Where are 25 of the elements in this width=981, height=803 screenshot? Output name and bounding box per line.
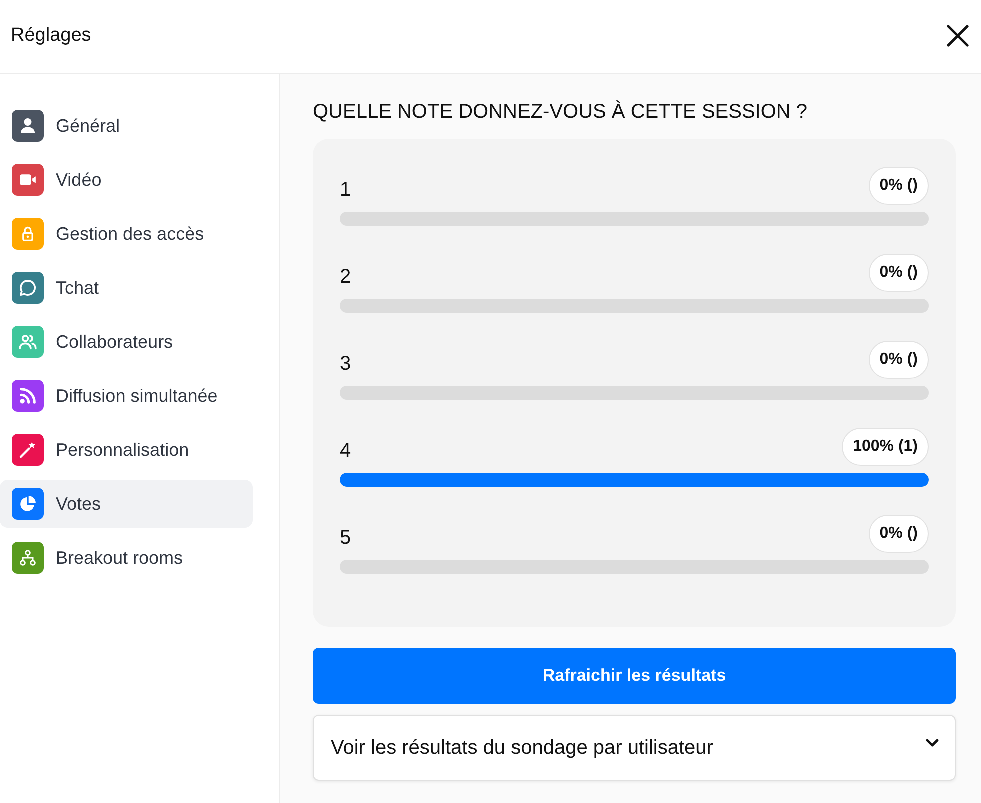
- user-results-dropdown[interactable]: Voir les résultats du sondage par utilisateur: [313, 715, 956, 781]
- option-label: 5: [340, 526, 352, 550]
- chevron-down-icon: [926, 739, 939, 747]
- sidebar-item[interactable]: Diffusion simultanée: [0, 372, 253, 420]
- sidebar-item[interactable]: Breakout rooms: [0, 534, 253, 582]
- refresh-results-button[interactable]: Rafraichir les résultats: [313, 648, 956, 704]
- sidebar-item[interactable]: Collaborateurs: [0, 318, 253, 366]
- option-label: 2: [340, 265, 352, 289]
- vote-percentage: 0% (): [868, 254, 929, 292]
- option-label: 3: [340, 352, 352, 376]
- sidebar-item[interactable]: Tchat: [0, 264, 253, 312]
- sidebar-item[interactable]: Votes: [0, 480, 253, 528]
- sidebar-item[interactable]: Personnalisation: [0, 426, 253, 474]
- sidebar-item[interactable]: Gestion des accès: [0, 210, 253, 258]
- vote-percentage: 0% (): [868, 515, 929, 553]
- close-icon[interactable]: [947, 24, 969, 46]
- sidebar-item[interactable]: Vidéo: [0, 156, 253, 204]
- option-label: 4: [340, 439, 352, 463]
- poll-question: QUELLE NOTE DONNEZ-VOUS À CETTE SESSION ?: [313, 101, 808, 123]
- vote-percentage: 100% (1): [842, 428, 929, 466]
- window-title: Réglages: [11, 24, 92, 48]
- vote-percentage: 0% (): [868, 167, 929, 205]
- sidebar-item[interactable]: Général: [0, 102, 253, 150]
- vote-percentage: 0% (): [868, 341, 929, 379]
- option-label: 1: [340, 178, 352, 202]
